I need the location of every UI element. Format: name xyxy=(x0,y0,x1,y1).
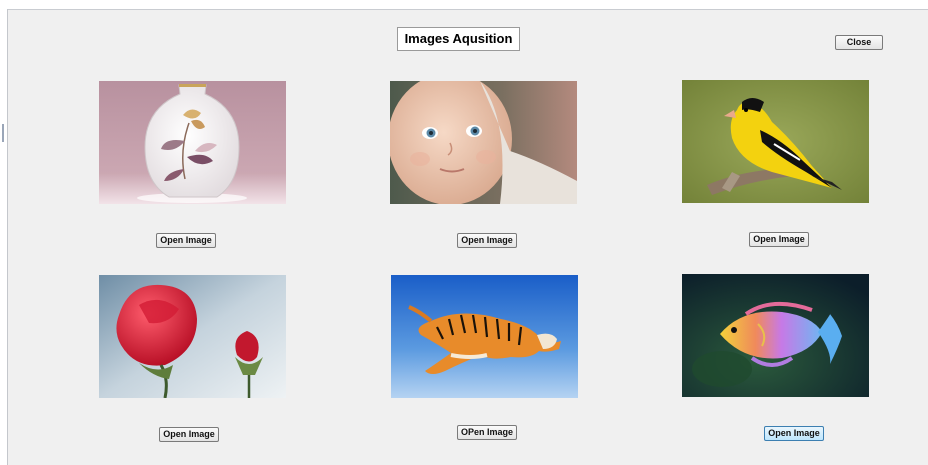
application-window: Images Aqusition Close Open Image Open I… xyxy=(0,0,928,465)
image-vase xyxy=(99,81,286,204)
image-rose xyxy=(99,275,286,398)
image-baby xyxy=(390,81,577,204)
page-title: Images Aqusition xyxy=(397,27,520,51)
open-image-button-bird[interactable]: Open Image xyxy=(749,232,809,247)
open-image-button-rose[interactable]: Open Image xyxy=(159,427,219,442)
window-top-border xyxy=(0,0,928,10)
image-fish xyxy=(682,274,869,397)
open-image-button-baby[interactable]: Open Image xyxy=(457,233,517,248)
open-image-button-vase[interactable]: Open Image xyxy=(156,233,216,248)
image-bird xyxy=(682,80,869,203)
open-image-button-tiger[interactable]: OPen Image xyxy=(457,425,517,440)
image-tiger xyxy=(391,275,578,398)
window-left-border xyxy=(0,9,8,465)
open-image-button-fish[interactable]: Open Image xyxy=(764,426,824,441)
close-button[interactable]: Close xyxy=(835,35,883,50)
